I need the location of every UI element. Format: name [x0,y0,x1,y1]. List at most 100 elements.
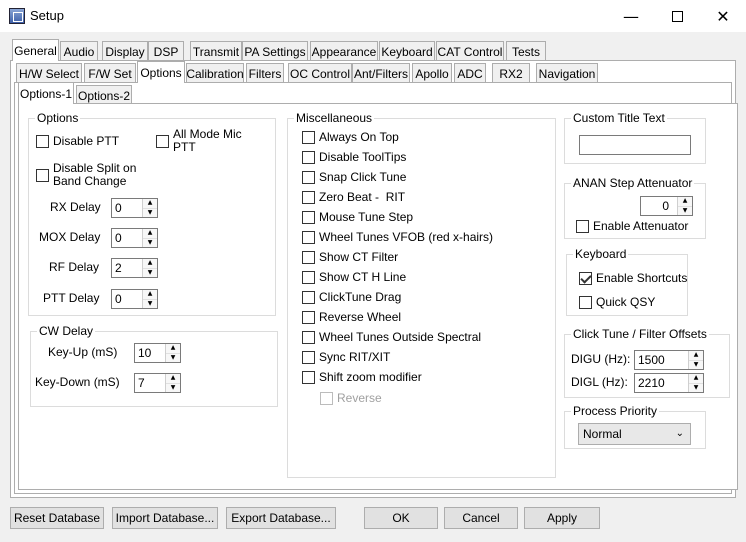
shift-zoom-modifier-checkbox[interactable] [302,371,315,384]
reverse-wheel-checkbox[interactable] [302,311,315,324]
disable-tooltips-checkbox[interactable] [302,151,315,164]
tab-apollo[interactable]: Apollo [412,63,452,83]
close-icon: ✕ [716,6,730,26]
tab-fw-set[interactable]: F/W Set [84,63,136,83]
clicktune-drag-checkbox[interactable] [302,291,315,304]
spin-up-icon[interactable]: ▲ [143,229,157,238]
quick-qsy-checkbox[interactable] [579,296,592,309]
import-database-button[interactable]: Import Database... [112,507,218,529]
spin-down-icon[interactable]: ▼ [166,352,180,362]
disable-ptt-checkbox[interactable] [36,135,49,148]
spin-down-icon[interactable]: ▼ [143,298,157,308]
rf-delay-spinner[interactable]: 2 ▲ ▼ [111,258,158,278]
spin-down-icon[interactable]: ▼ [689,382,703,392]
export-database-button[interactable]: Export Database... [226,507,336,529]
disable-split-checkbox[interactable] [36,169,49,182]
key-up-value[interactable]: 10 [135,344,165,362]
reverse-wheel-label: Reverse Wheel [319,310,402,324]
key-down-spinner[interactable]: 7 ▲ ▼ [134,373,181,393]
anan-step-title: ANAN Step Attenuator [571,176,695,190]
spin-up-icon[interactable]: ▲ [143,259,157,268]
tab-keyboard[interactable]: Keyboard [379,41,435,61]
tab-audio[interactable]: Audio [60,41,98,61]
show-ct-h-line-checkbox[interactable] [302,271,315,284]
wheel-tunes-vfob-checkbox[interactable] [302,231,315,244]
tab-calibration[interactable]: Calibration [186,63,244,83]
reset-database-button[interactable]: Reset Database [10,507,104,529]
maximize-button[interactable] [654,0,700,32]
anan-step-value[interactable]: 0 [641,197,677,215]
wheel-tunes-outside-spectral-checkbox[interactable] [302,331,315,344]
spin-down-icon[interactable]: ▼ [678,205,692,215]
spin-down-icon[interactable]: ▼ [166,382,180,392]
spin-down-icon[interactable]: ▼ [143,237,157,247]
tab-dsp[interactable]: DSP [148,41,184,61]
ptt-delay-value[interactable]: 0 [112,290,142,308]
spin-up-icon[interactable]: ▲ [689,374,703,383]
snap-click-tune-checkbox[interactable] [302,171,315,184]
custom-title-input[interactable] [579,135,691,155]
tab-filters[interactable]: Filters [246,63,284,83]
tab-tests[interactable]: Tests [506,41,546,61]
tab-pa-settings[interactable]: PA Settings [242,41,308,61]
sync-rit-xit-checkbox[interactable] [302,351,315,364]
close-button[interactable]: ✕ [700,0,746,32]
cancel-button[interactable]: Cancel [444,507,518,529]
tab-adc[interactable]: ADC [454,63,486,83]
spin-down-icon[interactable]: ▼ [143,207,157,217]
tab-navigation[interactable]: Navigation [536,63,598,83]
spin-up-icon[interactable]: ▲ [166,374,180,383]
spin-up-icon[interactable]: ▲ [689,351,703,360]
rf-delay-value[interactable]: 2 [112,259,142,277]
tab-rx2[interactable]: RX2 [492,63,530,83]
spin-up-icon[interactable]: ▲ [143,199,157,208]
always-on-top-checkbox[interactable] [302,131,315,144]
spin-up-icon[interactable]: ▲ [678,197,692,206]
digu-spinner[interactable]: 1500 ▲ ▼ [634,350,704,370]
digl-spinner[interactable]: 2210 ▲ ▼ [634,373,704,393]
tab-hw-select[interactable]: H/W Select [16,63,82,83]
mox-delay-spinner[interactable]: 0 ▲ ▼ [111,228,158,248]
ptt-delay-label: PTT Delay [43,291,100,305]
tab-appearance[interactable]: Appearance [310,41,378,61]
show-ct-filter-checkbox[interactable] [302,251,315,264]
disable-split-label: Disable Split on Band Change [53,161,137,188]
disable-ptt-label: Disable PTT [53,134,120,148]
all-mode-mic-ptt-checkbox[interactable] [156,135,169,148]
enable-attenuator-checkbox[interactable] [576,220,589,233]
spin-down-icon[interactable]: ▼ [143,267,157,277]
tab-oc-control[interactable]: OC Control [288,63,352,83]
spin-down-icon[interactable]: ▼ [689,359,703,369]
enable-shortcuts-checkbox[interactable] [579,272,592,285]
mox-delay-label: MOX Delay [39,230,101,244]
rx-delay-value[interactable]: 0 [112,199,142,217]
digu-value[interactable]: 1500 [635,351,688,369]
tab-display[interactable]: Display [102,41,148,61]
tab-cat-control[interactable]: CAT Control [436,41,504,61]
minimize-button[interactable]: — [608,0,654,32]
sync-rit-xit-label: Sync RIT/XIT [319,350,391,364]
spin-up-icon[interactable]: ▲ [166,344,180,353]
apply-button[interactable]: Apply [524,507,600,529]
key-down-label: Key-Down (mS) [35,375,120,389]
tab-options[interactable]: Options [137,61,185,83]
rx-delay-label: RX Delay [50,200,101,214]
ok-button[interactable]: OK [364,507,438,529]
tab-options-2[interactable]: Options-2 [76,85,132,105]
mouse-tune-step-checkbox[interactable] [302,211,315,224]
key-down-value[interactable]: 7 [135,374,165,392]
anan-step-spinner[interactable]: 0 ▲ ▼ [640,196,693,216]
rx-delay-spinner[interactable]: 0 ▲ ▼ [111,198,158,218]
tab-ant-filters[interactable]: Ant/Filters [352,63,410,83]
zero-beat-rit-checkbox[interactable] [302,191,315,204]
digl-value[interactable]: 2210 [635,374,688,392]
key-up-spinner[interactable]: 10 ▲ ▼ [134,343,181,363]
maximize-icon [671,10,683,22]
tab-general[interactable]: General [12,39,59,61]
spin-up-icon[interactable]: ▲ [143,290,157,299]
tab-options-1[interactable]: Options-1 [18,82,74,104]
ptt-delay-spinner[interactable]: 0 ▲ ▼ [111,289,158,309]
tab-transmit[interactable]: Transmit [190,41,242,61]
mox-delay-value[interactable]: 0 [112,229,142,247]
process-priority-select[interactable]: Normal ⌄ [578,423,691,445]
